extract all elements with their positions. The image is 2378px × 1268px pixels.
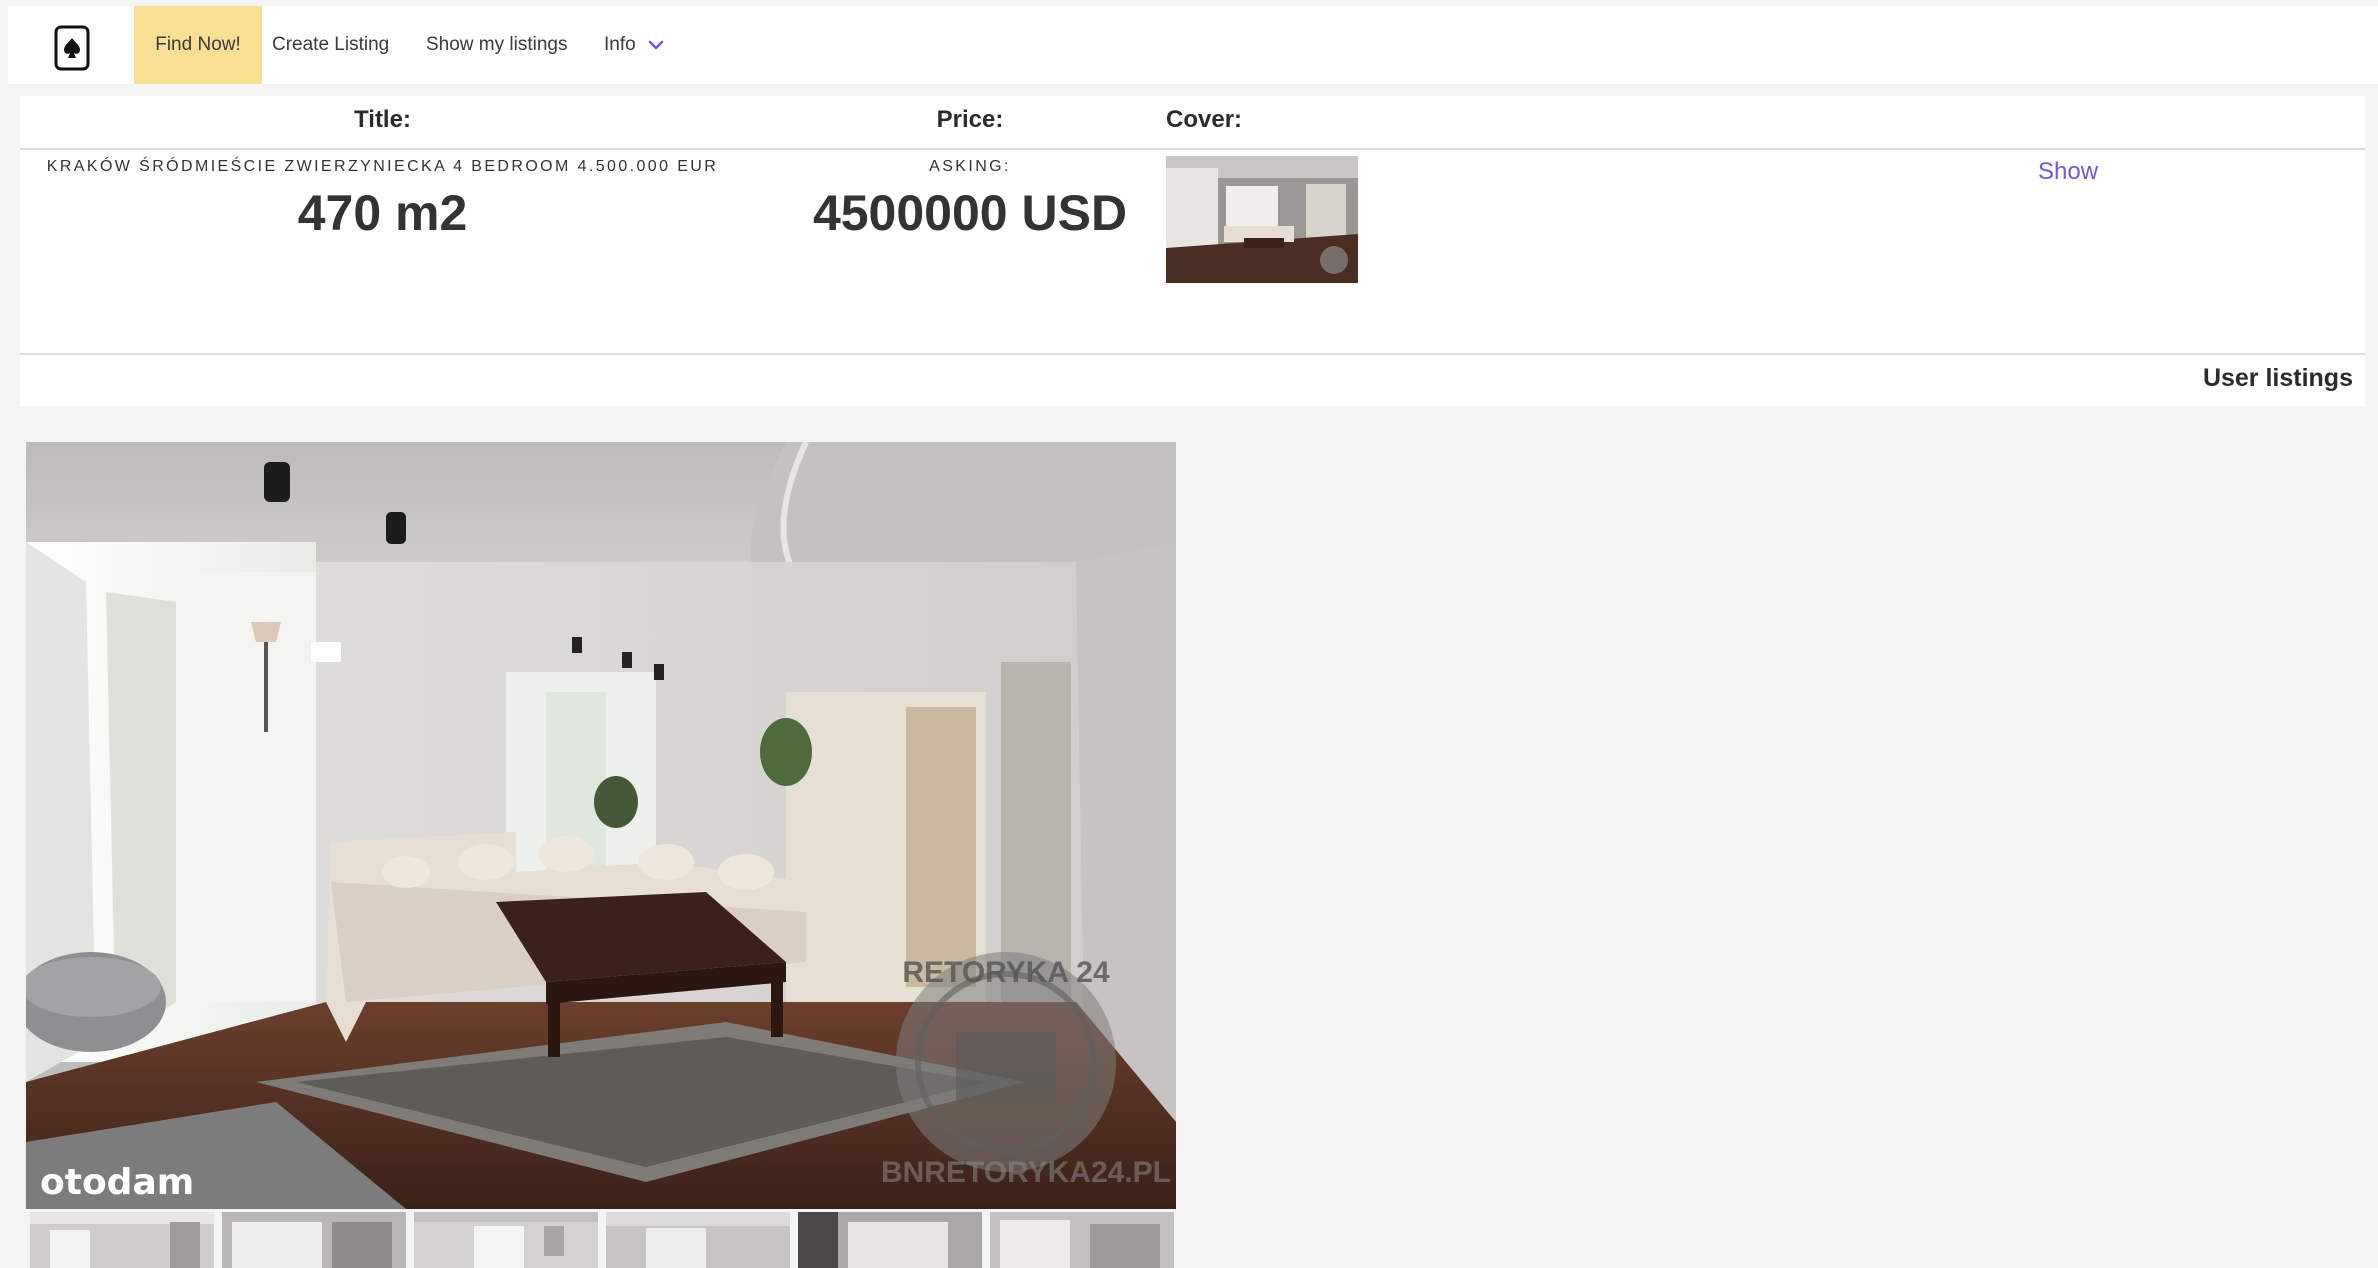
- column-header-title: Title:: [354, 106, 411, 133]
- thumbnail-2[interactable]: [222, 1212, 406, 1268]
- price-label: ASKING:: [929, 158, 1011, 175]
- thumbnail-5[interactable]: [798, 1212, 982, 1268]
- listing-area: 470 m2: [297, 185, 468, 241]
- footer-divider: [20, 353, 2365, 355]
- listing-price: 4500000 USD: [812, 185, 1128, 241]
- cover-image[interactable]: [1166, 156, 1358, 283]
- thumbnail-1[interactable]: [30, 1212, 214, 1268]
- thumbnail-3[interactable]: [414, 1212, 598, 1268]
- nav-create-listing[interactable]: Create Listing: [272, 6, 389, 84]
- user-listings-label: User listings: [2202, 364, 2353, 392]
- listing-table: Title: Price: Cover: KRAKÓW ŚRÓDMIEŚCIE …: [20, 96, 2365, 406]
- show-listing-link[interactable]: Show: [2038, 158, 2098, 186]
- thumbnail-6[interactable]: [990, 1212, 1174, 1268]
- spade-card-icon[interactable]: [53, 24, 91, 72]
- navbar: Find Now! Create Listing Show my listing…: [8, 6, 2378, 84]
- otodam-watermark: otodam: [40, 1162, 194, 1203]
- column-header-price: Price:: [936, 106, 1004, 133]
- stamp-watermark: RETORYKA 24: [902, 956, 1110, 989]
- site-watermark: BNRETORYKA24.PL: [881, 1156, 1171, 1189]
- listing-title: KRAKÓW ŚRÓDMIEŚCIE ZWIERZYNIECKA 4 BEDRO…: [46, 158, 719, 175]
- nav-info-dropdown[interactable]: Info: [604, 6, 664, 84]
- header-divider: [20, 148, 2365, 150]
- main-listing-photo[interactable]: RETORYKA 24 BNRETORYKA24.PL otodam: [26, 442, 1176, 1209]
- column-header-cover: Cover:: [1166, 106, 1243, 133]
- nav-find-now[interactable]: Find Now!: [134, 6, 262, 84]
- thumbnail-4[interactable]: [606, 1212, 790, 1268]
- chevron-down-icon: [648, 39, 664, 51]
- nav-show-my-listings[interactable]: Show my listings: [426, 6, 568, 84]
- nav-info-label: Info: [604, 34, 636, 55]
- thumbnail-strip: [30, 1212, 1176, 1268]
